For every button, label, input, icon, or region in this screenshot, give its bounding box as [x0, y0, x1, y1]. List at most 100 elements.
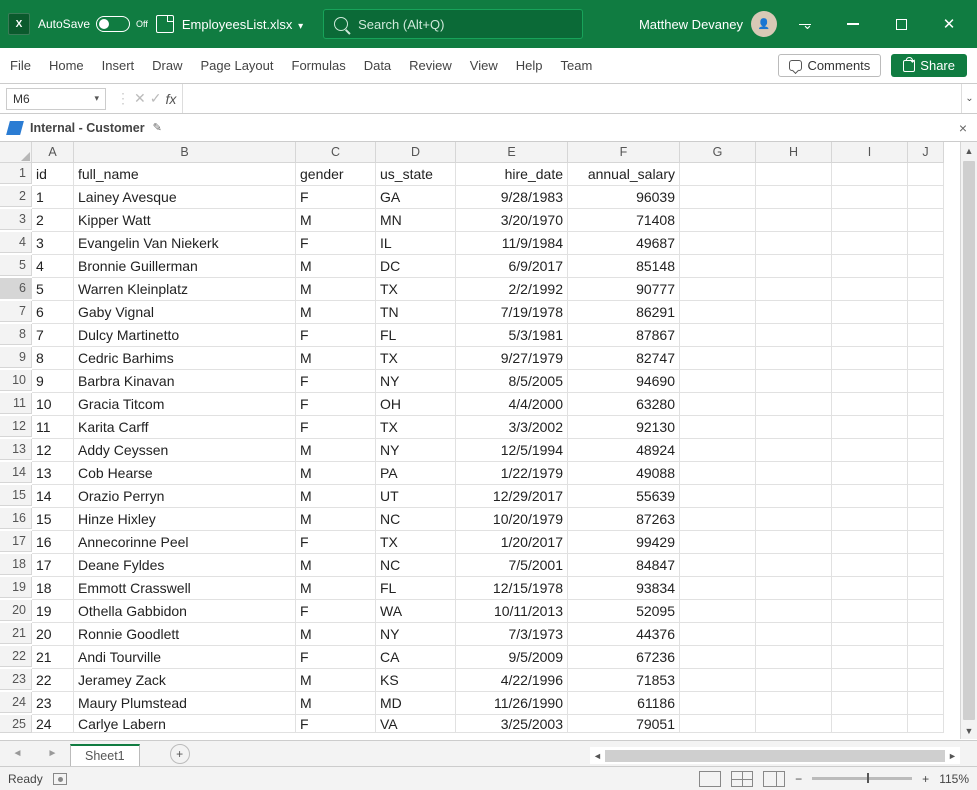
- cell[interactable]: 14: [32, 485, 74, 508]
- cell[interactable]: [832, 485, 908, 508]
- cell[interactable]: [756, 439, 832, 462]
- cell[interactable]: [832, 209, 908, 232]
- cell[interactable]: [680, 508, 756, 531]
- zoom-in-icon[interactable]: +: [922, 772, 929, 786]
- cell[interactable]: 2: [32, 209, 74, 232]
- cell[interactable]: 84847: [568, 554, 680, 577]
- cell[interactable]: F: [296, 646, 376, 669]
- row-header-19[interactable]: 19: [0, 577, 32, 598]
- cell[interactable]: 79051: [568, 715, 680, 733]
- cell[interactable]: 3/20/1970: [456, 209, 568, 232]
- expand-formula-bar[interactable]: ⌄: [961, 84, 977, 113]
- cell[interactable]: M: [296, 462, 376, 485]
- cell[interactable]: [908, 485, 944, 508]
- cell[interactable]: 9: [32, 370, 74, 393]
- cell[interactable]: [908, 232, 944, 255]
- pencil-icon[interactable]: ✎: [153, 121, 162, 134]
- column-header-A[interactable]: A: [32, 142, 74, 163]
- cell[interactable]: 22: [32, 669, 74, 692]
- cell[interactable]: [680, 186, 756, 209]
- cell[interactable]: full_name: [74, 163, 296, 186]
- cell[interactable]: gender: [296, 163, 376, 186]
- cell[interactable]: Andi Tourville: [74, 646, 296, 669]
- cell[interactable]: TX: [376, 278, 456, 301]
- cell[interactable]: [908, 186, 944, 209]
- sheet-tab-sheet1[interactable]: Sheet1: [70, 744, 140, 766]
- name-box[interactable]: M6 ▾: [6, 88, 106, 110]
- scroll-left-icon[interactable]: ◄: [590, 751, 605, 761]
- tab-view[interactable]: View: [470, 58, 498, 73]
- cell[interactable]: [756, 232, 832, 255]
- avatar[interactable]: 👤: [751, 11, 777, 37]
- cell[interactable]: Karita Carff: [74, 416, 296, 439]
- cell[interactable]: 6: [32, 301, 74, 324]
- row-header-15[interactable]: 15: [0, 485, 32, 506]
- cell[interactable]: [832, 163, 908, 186]
- cell[interactable]: [756, 416, 832, 439]
- cell[interactable]: 49088: [568, 462, 680, 485]
- column-header-E[interactable]: E: [456, 142, 568, 163]
- cell[interactable]: [756, 600, 832, 623]
- cell[interactable]: 16: [32, 531, 74, 554]
- vertical-scrollbar[interactable]: ▲ ▼: [960, 142, 977, 739]
- tab-page-layout[interactable]: Page Layout: [201, 58, 274, 73]
- cell[interactable]: [908, 508, 944, 531]
- add-sheet-button[interactable]: +: [170, 744, 190, 764]
- cell[interactable]: us_state: [376, 163, 456, 186]
- cell[interactable]: [832, 531, 908, 554]
- cell[interactable]: 96039: [568, 186, 680, 209]
- tab-file[interactable]: File: [10, 58, 31, 73]
- cell[interactable]: M: [296, 278, 376, 301]
- cell[interactable]: 82747: [568, 347, 680, 370]
- search-input[interactable]: Search (Alt+Q): [323, 9, 583, 39]
- column-header-I[interactable]: I: [832, 142, 908, 163]
- cell[interactable]: NC: [376, 554, 456, 577]
- cell[interactable]: [908, 163, 944, 186]
- cell[interactable]: F: [296, 393, 376, 416]
- cell[interactable]: 71853: [568, 669, 680, 692]
- cell[interactable]: [908, 531, 944, 554]
- cell[interactable]: [832, 393, 908, 416]
- page-break-view-icon[interactable]: [763, 771, 785, 787]
- cell[interactable]: Othella Gabbidon: [74, 600, 296, 623]
- cell[interactable]: M: [296, 623, 376, 646]
- cell[interactable]: [680, 416, 756, 439]
- cell[interactable]: hire_date: [456, 163, 568, 186]
- cell[interactable]: 10/20/1979: [456, 508, 568, 531]
- scroll-up-icon[interactable]: ▲: [961, 142, 977, 159]
- cell[interactable]: [680, 646, 756, 669]
- cell[interactable]: 21: [32, 646, 74, 669]
- row-header-17[interactable]: 17: [0, 531, 32, 552]
- cell[interactable]: [756, 324, 832, 347]
- cell[interactable]: [832, 508, 908, 531]
- cell[interactable]: NY: [376, 370, 456, 393]
- row-header-7[interactable]: 7: [0, 301, 32, 322]
- cell[interactable]: 87867: [568, 324, 680, 347]
- ribbon-display-options[interactable]: ⌄: [785, 8, 825, 40]
- cell[interactable]: [680, 209, 756, 232]
- cell[interactable]: F: [296, 324, 376, 347]
- cell[interactable]: [832, 462, 908, 485]
- cell[interactable]: 93834: [568, 577, 680, 600]
- cell[interactable]: WA: [376, 600, 456, 623]
- cell[interactable]: M: [296, 301, 376, 324]
- cell[interactable]: NY: [376, 623, 456, 646]
- cell[interactable]: [680, 485, 756, 508]
- column-header-H[interactable]: H: [756, 142, 832, 163]
- scroll-right-icon[interactable]: ►: [945, 751, 960, 761]
- cell[interactable]: [908, 416, 944, 439]
- scrollbar-thumb[interactable]: [963, 161, 975, 720]
- row-header-2[interactable]: 2: [0, 186, 32, 207]
- cell[interactable]: [908, 577, 944, 600]
- cell[interactable]: Maury Plumstead: [74, 692, 296, 715]
- cell[interactable]: DC: [376, 255, 456, 278]
- cell[interactable]: 11: [32, 416, 74, 439]
- cell[interactable]: [756, 347, 832, 370]
- cell[interactable]: M: [296, 577, 376, 600]
- cell[interactable]: [908, 393, 944, 416]
- next-sheet-icon[interactable]: ►: [48, 748, 58, 759]
- cell[interactable]: [908, 347, 944, 370]
- horizontal-scrollbar[interactable]: ◄ ►: [590, 747, 960, 764]
- cell[interactable]: Warren Kleinplatz: [74, 278, 296, 301]
- row-header-21[interactable]: 21: [0, 623, 32, 644]
